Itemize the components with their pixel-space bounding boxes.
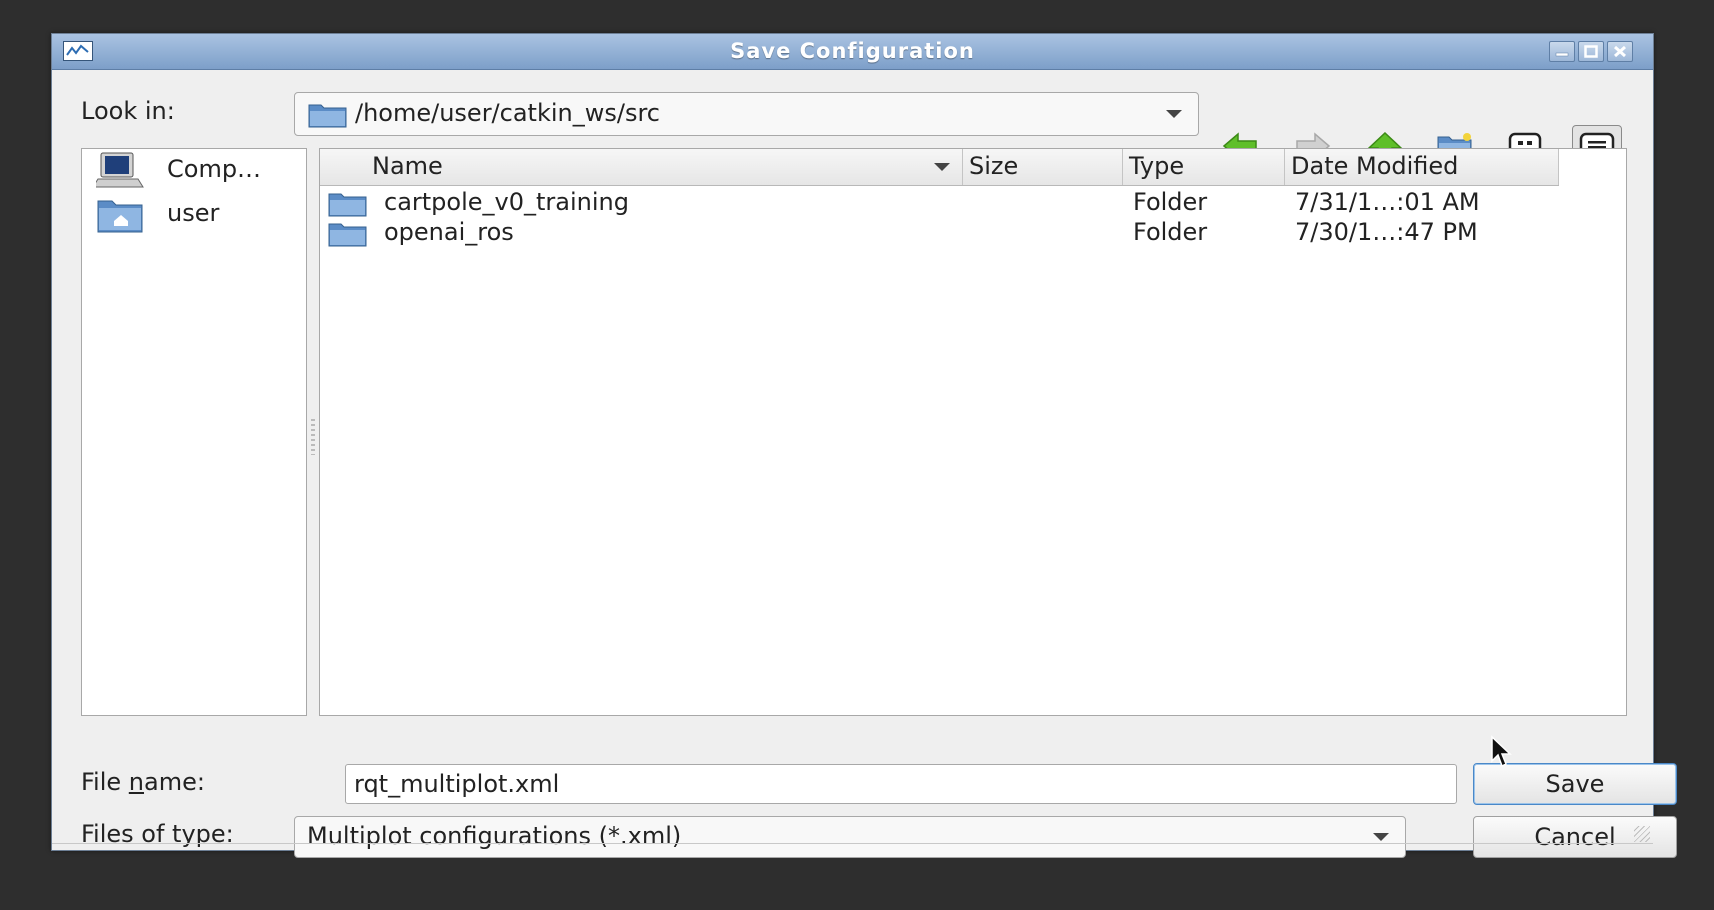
look-in-label: Look in: bbox=[81, 97, 175, 125]
file-type-combo[interactable]: Multiplot configurations (*.xml) bbox=[294, 816, 1406, 858]
window-title: Save Configuration bbox=[730, 39, 975, 63]
computer-icon bbox=[96, 152, 144, 188]
splitter-handle[interactable] bbox=[311, 419, 315, 455]
status-bar bbox=[52, 843, 1653, 850]
chevron-down-icon bbox=[1373, 833, 1389, 841]
column-header-name[interactable]: Name bbox=[320, 149, 963, 185]
folder-icon bbox=[328, 223, 367, 247]
places-sidebar: Comp… user bbox=[81, 148, 307, 716]
save-button[interactable]: Save bbox=[1473, 763, 1677, 805]
file-list-header: Name Size Type Date Modified bbox=[320, 149, 1559, 186]
column-header-date-modified[interactable]: Date Modified bbox=[1285, 149, 1559, 185]
file-date-modified: 7/31/1…:01 AM bbox=[1295, 188, 1480, 216]
look-in-path: /home/user/catkin_ws/src bbox=[355, 99, 660, 127]
folder-icon bbox=[308, 104, 347, 128]
file-name-input[interactable]: rqt_multiplot.xml bbox=[345, 764, 1457, 804]
column-header-size[interactable]: Size bbox=[963, 149, 1123, 185]
home-folder-icon bbox=[97, 200, 143, 233]
file-list[interactable]: Name Size Type Date Modified cartpole_v0… bbox=[319, 148, 1627, 716]
mouse-cursor-icon bbox=[1491, 735, 1512, 768]
minimize-button[interactable] bbox=[1549, 41, 1575, 62]
sidebar-item-user[interactable]: user bbox=[82, 193, 306, 237]
folder-icon bbox=[328, 193, 367, 217]
file-row[interactable]: cartpole_v0_training Folder 7/31/1…:01 A… bbox=[320, 187, 1626, 217]
sort-descending-icon bbox=[934, 163, 950, 171]
file-name: openai_ros bbox=[384, 218, 514, 246]
file-name-label: File name: bbox=[81, 768, 205, 796]
sidebar-item-label: Comp… bbox=[167, 155, 262, 183]
file-date-modified: 7/30/1…:47 PM bbox=[1295, 218, 1478, 246]
sidebar-item-label: user bbox=[167, 199, 220, 227]
column-header-type[interactable]: Type bbox=[1123, 149, 1285, 185]
look-in-combo[interactable]: /home/user/catkin_ws/src bbox=[294, 92, 1199, 136]
maximize-button[interactable] bbox=[1578, 41, 1604, 62]
file-type: Folder bbox=[1133, 188, 1208, 216]
resize-grip[interactable] bbox=[1634, 826, 1650, 842]
title-bar[interactable]: Save Configuration bbox=[52, 34, 1653, 70]
file-name: cartpole_v0_training bbox=[384, 188, 629, 216]
file-row[interactable]: openai_ros Folder 7/30/1…:47 PM bbox=[320, 217, 1626, 247]
chevron-down-icon bbox=[1166, 110, 1182, 118]
save-configuration-dialog: Save Configuration Look in: /home/user/c… bbox=[51, 33, 1677, 858]
sidebar-item-computer[interactable]: Comp… bbox=[82, 149, 306, 193]
close-button[interactable] bbox=[1607, 41, 1633, 62]
file-type: Folder bbox=[1133, 218, 1208, 246]
